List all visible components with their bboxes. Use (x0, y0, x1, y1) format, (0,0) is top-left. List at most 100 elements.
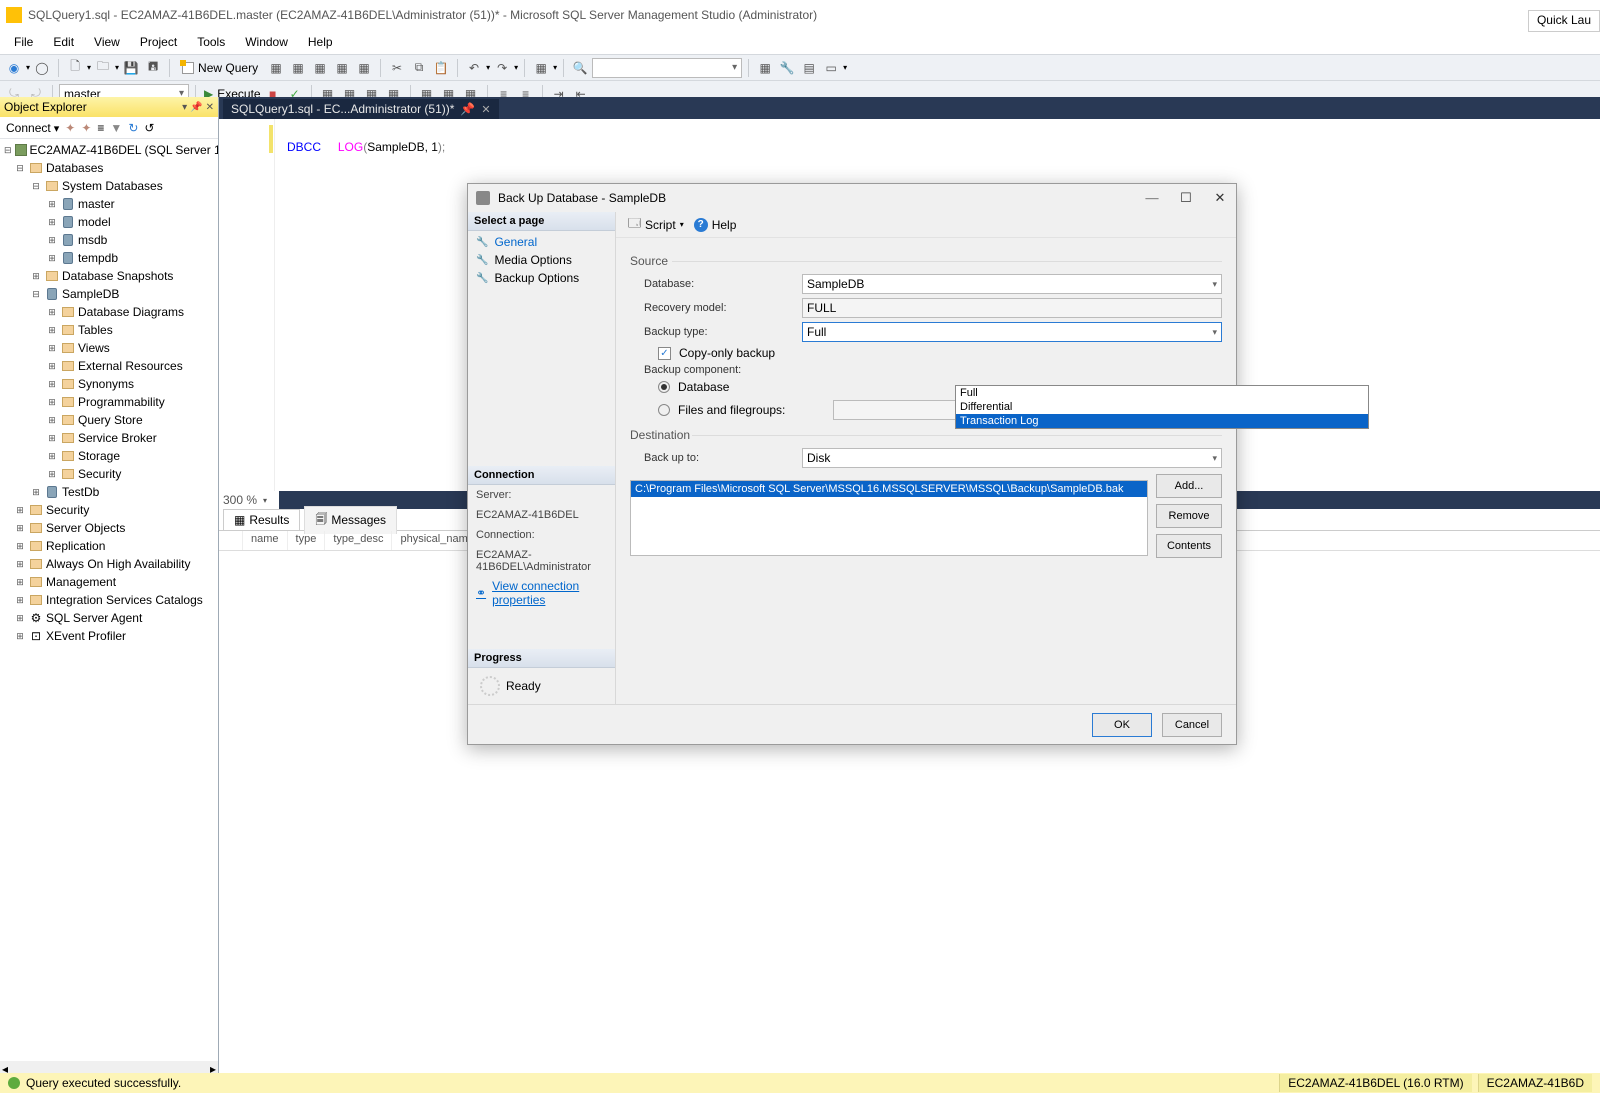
menu-tools[interactable]: Tools (187, 33, 235, 51)
pin-icon[interactable]: ▾ (182, 102, 187, 113)
saveall-icon[interactable]: 🖪 (143, 58, 163, 78)
oet-icon3[interactable]: ≡ (97, 121, 104, 135)
menu-view[interactable]: View (84, 33, 130, 51)
script-button[interactable]: 🗔Script▾ (628, 214, 684, 235)
tree-extres[interactable]: External Resources (78, 359, 183, 373)
destination-list[interactable]: C:\Program Files\Microsoft SQL Server\MS… (630, 480, 1148, 556)
tree-storage[interactable]: Storage (78, 449, 120, 463)
qry-icon1[interactable]: ▦ (266, 58, 286, 78)
menu-project[interactable]: Project (130, 33, 187, 51)
contents-button[interactable]: Contents (1156, 534, 1222, 558)
tree-security-db[interactable]: Security (78, 467, 121, 481)
tab-results[interactable]: ▦Results (223, 509, 300, 530)
dd-transaction-log[interactable]: Transaction Log (956, 414, 1368, 428)
close-dialog-icon[interactable]: ✕ (1212, 190, 1228, 206)
tree-qs[interactable]: Query Store (78, 413, 143, 427)
nav-fwd-icon[interactable]: ◯ (32, 58, 52, 78)
tree-msdb[interactable]: msdb (78, 233, 107, 247)
page-media[interactable]: 🔧Media Options (468, 251, 615, 269)
tree-sysdb[interactable]: System Databases (62, 179, 163, 193)
qry-icon4[interactable]: ▦ (332, 58, 352, 78)
menu-help[interactable]: Help (298, 33, 343, 51)
dialog-titlebar[interactable]: Back Up Database - SampleDB — ☐ ✕ (468, 184, 1236, 212)
open-icon[interactable]: 🗋 (65, 58, 85, 78)
database-combo[interactable]: SampleDB▾ (802, 274, 1222, 294)
tab-close-icon[interactable]: ✕ (481, 103, 490, 116)
tool-icon3[interactable]: ▤ (799, 58, 819, 78)
object-tree[interactable]: ⊟EC2AMAZ-41B6DEL (SQL Server 16.0.10 ⊟Da… (0, 139, 218, 1059)
tree-views[interactable]: Views (78, 341, 110, 355)
dd-full[interactable]: Full (956, 386, 1368, 400)
close-icon[interactable]: ✕ (206, 102, 214, 113)
cancel-button[interactable]: Cancel (1162, 713, 1222, 737)
filter-icon[interactable]: ▼ (110, 121, 122, 135)
col-typedesc[interactable]: type_desc (325, 531, 392, 550)
copy-only-checkbox[interactable]: ✓ (658, 347, 671, 360)
tree-syn[interactable]: Synonyms (78, 377, 134, 391)
qry-icon5[interactable]: ▦ (354, 58, 374, 78)
tree-replication[interactable]: Replication (46, 539, 105, 553)
tree-model[interactable]: model (78, 215, 111, 229)
tree-xevent[interactable]: XEvent Profiler (46, 629, 126, 643)
tree-dbdiag[interactable]: Database Diagrams (78, 305, 184, 319)
tree-management[interactable]: Management (46, 575, 116, 589)
nav-back-icon[interactable]: ◉ (4, 58, 24, 78)
find-icon[interactable]: 🔍 (570, 58, 590, 78)
help-button[interactable]: ?Help (694, 218, 737, 232)
refresh-icon[interactable]: ↻ (128, 121, 138, 135)
tree-tables[interactable]: Tables (78, 323, 113, 337)
undo-icon[interactable]: ↶ (464, 58, 484, 78)
tree-server[interactable]: EC2AMAZ-41B6DEL (SQL Server 16.0.10 (30, 143, 218, 157)
tree-isc[interactable]: Integration Services Catalogs (46, 593, 203, 607)
radio-database[interactable] (658, 381, 670, 393)
page-general[interactable]: 🔧General (468, 233, 615, 251)
tree-sampledb[interactable]: SampleDB (62, 287, 119, 301)
cut-icon[interactable]: ✂ (387, 58, 407, 78)
tree-tempdb[interactable]: tempdb (78, 251, 118, 265)
folder-icon[interactable]: 🗀 (93, 58, 113, 78)
tree-sb[interactable]: Service Broker (78, 431, 157, 445)
oet-icon1[interactable]: ✦ (65, 121, 75, 135)
new-query-button[interactable]: New Query (176, 59, 264, 77)
save-icon[interactable]: 💾 (121, 58, 141, 78)
tree-prog[interactable]: Programmability (78, 395, 165, 409)
zoom-combo[interactable]: 300 % ▾ (219, 491, 279, 509)
oet-icon4[interactable]: ↺ (144, 121, 154, 135)
wrench-icon[interactable]: 🔧 (777, 58, 797, 78)
paste-icon[interactable]: 📋 (431, 58, 451, 78)
grid-icon[interactable]: ▦ (531, 58, 551, 78)
copy-icon[interactable]: ⧉ (409, 58, 429, 78)
destination-path[interactable]: C:\Program Files\Microsoft SQL Server\MS… (631, 481, 1147, 497)
tree-master[interactable]: master (78, 197, 115, 211)
tree-testdb[interactable]: TestDb (62, 485, 99, 499)
minimize-icon[interactable]: — (1144, 190, 1160, 206)
tab-sqlquery[interactable]: SQLQuery1.sql - EC...Administrator (51))… (223, 99, 499, 119)
tool-icon1[interactable]: ▦ (755, 58, 775, 78)
tree-databases[interactable]: Databases (46, 161, 103, 175)
tree-security[interactable]: Security (46, 503, 89, 517)
ok-button[interactable]: OK (1092, 713, 1152, 737)
dd-differential[interactable]: Differential (956, 400, 1368, 414)
menu-edit[interactable]: Edit (43, 33, 84, 51)
menu-file[interactable]: File (4, 33, 43, 51)
col-name[interactable]: name (243, 531, 288, 550)
tree-agent[interactable]: SQL Server Agent (46, 611, 142, 625)
remove-button[interactable]: Remove (1156, 504, 1222, 528)
qry-icon2[interactable]: ▦ (288, 58, 308, 78)
connect-button[interactable]: Connect ▾ (6, 121, 59, 135)
tab-messages[interactable]: 🗐Messages (304, 506, 397, 534)
tool-icon4[interactable]: ▭ (821, 58, 841, 78)
radio-filegroups[interactable] (658, 404, 670, 416)
find-combo[interactable] (592, 58, 742, 78)
redo-icon[interactable]: ↷ (492, 58, 512, 78)
view-connection-link[interactable]: ⚭View connection properties (468, 577, 615, 609)
tree-server-objects[interactable]: Server Objects (46, 521, 125, 535)
tab-pin-icon[interactable]: 📌 (460, 102, 475, 116)
backup-to-combo[interactable]: Disk▾ (802, 448, 1222, 468)
code-content[interactable]: DBCC LOG(SampleDB, 1); (275, 119, 457, 491)
tree-snapshots[interactable]: Database Snapshots (62, 269, 173, 283)
maximize-icon[interactable]: ☐ (1178, 190, 1194, 206)
page-backup-options[interactable]: 🔧Backup Options (468, 269, 615, 287)
tree-ha[interactable]: Always On High Availability (46, 557, 191, 571)
add-button[interactable]: Add... (1156, 474, 1222, 498)
